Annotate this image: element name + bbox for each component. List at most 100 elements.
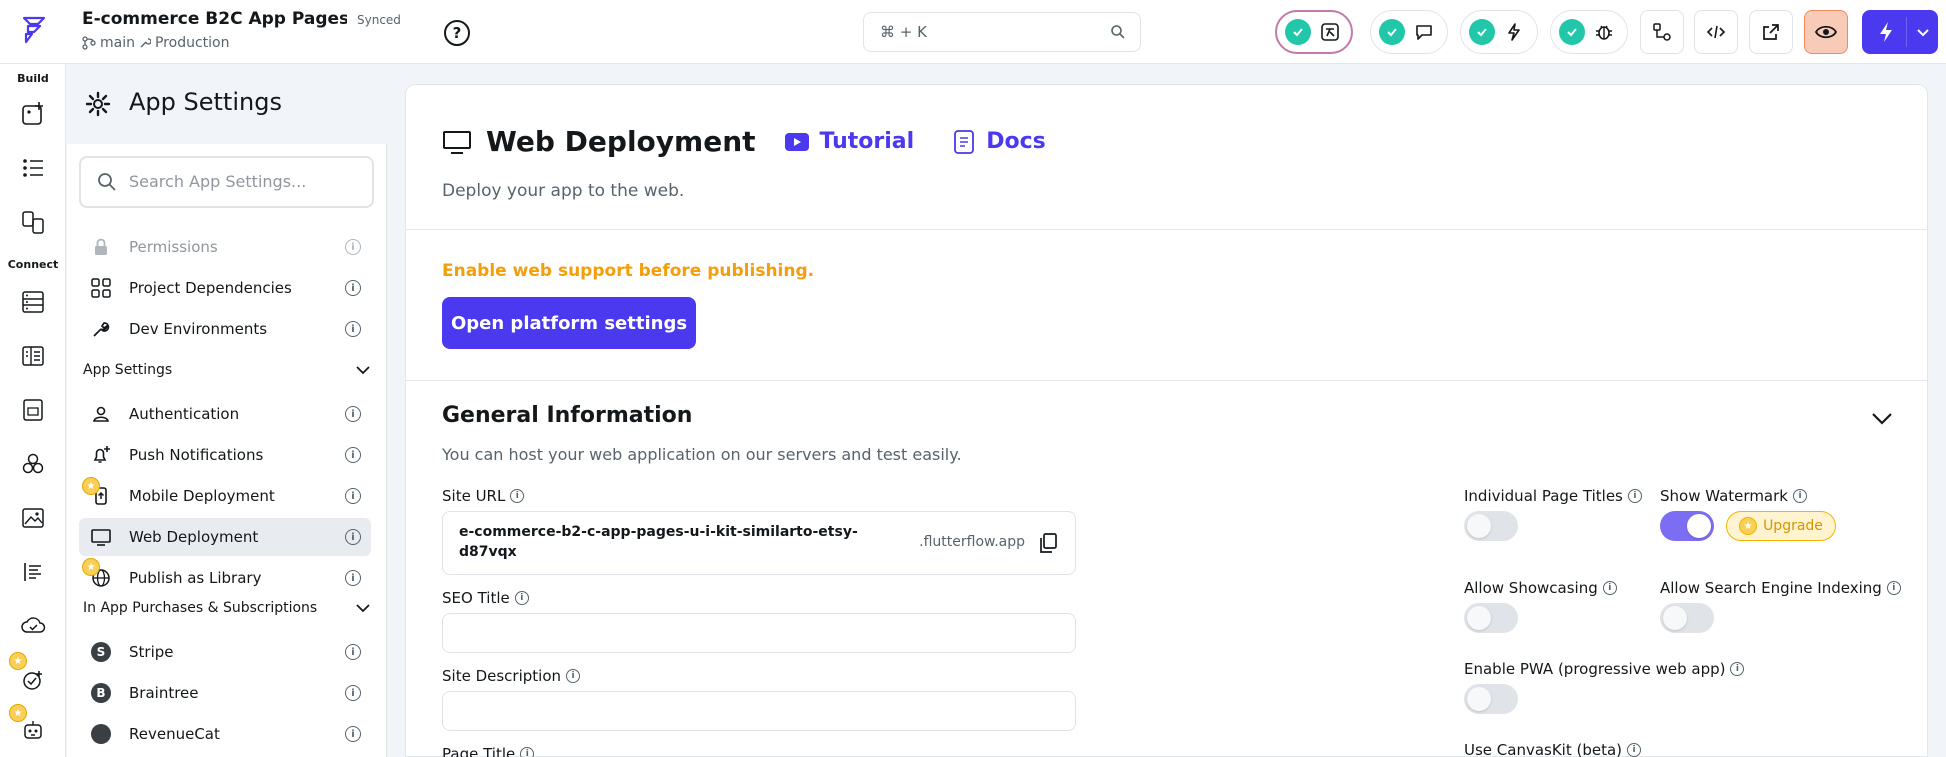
sidebar-item-revenuecat[interactable]: RevenueCat i bbox=[79, 715, 371, 753]
sidebar-item-permissions[interactable]: Permissions i bbox=[79, 228, 371, 266]
info-icon[interactable]: i bbox=[1886, 581, 1901, 595]
sidebar-item-dev-environments[interactable]: Dev Environments i bbox=[79, 310, 371, 348]
eye-icon bbox=[1814, 25, 1838, 39]
sync-status: Synced bbox=[357, 13, 401, 27]
section-app-settings[interactable]: App Settings bbox=[83, 360, 373, 380]
allow-search-indexing-toggle[interactable] bbox=[1660, 603, 1714, 633]
info-icon[interactable]: i bbox=[345, 406, 361, 422]
sidebar-item-web-deployment[interactable]: Web Deployment i bbox=[79, 518, 371, 556]
panel-header: App Settings bbox=[67, 64, 387, 144]
flutterflow-logo-icon[interactable] bbox=[18, 14, 50, 46]
settings-search-input[interactable]: Search App Settings... bbox=[79, 156, 374, 208]
comments-check-button[interactable] bbox=[1370, 10, 1448, 54]
show-watermark-toggle[interactable] bbox=[1660, 511, 1714, 541]
page-header: Web Deployment Tutorial Docs bbox=[442, 125, 1046, 158]
info-icon[interactable]: i bbox=[345, 685, 361, 701]
info-icon[interactable]: i bbox=[520, 747, 535, 757]
storyboard-icon[interactable] bbox=[17, 206, 49, 238]
copy-icon[interactable] bbox=[1037, 532, 1059, 554]
info-icon[interactable]: i bbox=[510, 489, 525, 503]
info-icon[interactable]: i bbox=[345, 280, 361, 296]
info-icon[interactable]: i bbox=[1602, 581, 1617, 595]
chevron-down-icon[interactable] bbox=[1915, 24, 1931, 40]
git-branch-icon bbox=[1653, 23, 1671, 41]
allow-showcasing-toggle[interactable] bbox=[1464, 603, 1518, 633]
preview-button[interactable] bbox=[1804, 10, 1848, 54]
info-icon[interactable]: i bbox=[514, 591, 529, 605]
open-platform-settings-button[interactable]: Open platform settings bbox=[442, 297, 696, 349]
seo-title-input[interactable] bbox=[442, 613, 1076, 653]
lock-icon bbox=[89, 235, 113, 259]
add-widget-icon[interactable] bbox=[17, 98, 49, 130]
upgrade-badge[interactable]: ★ Upgrade bbox=[1726, 511, 1836, 541]
sidebar-item-braintree[interactable]: B Braintree i bbox=[79, 674, 371, 712]
site-description-input[interactable] bbox=[442, 691, 1076, 731]
braintree-icon: B bbox=[89, 681, 113, 705]
info-icon[interactable]: i bbox=[345, 726, 361, 742]
info-icon[interactable]: i bbox=[345, 321, 361, 337]
section-in-app-purchases[interactable]: In App Purchases & Subscriptions bbox=[83, 598, 373, 618]
site-description-label: Site Description i bbox=[442, 667, 580, 685]
check-icon bbox=[1379, 19, 1405, 45]
chevron-down-icon[interactable] bbox=[1867, 403, 1897, 433]
info-icon[interactable]: i bbox=[345, 447, 361, 463]
image-gallery-icon[interactable] bbox=[17, 502, 49, 534]
widget-tree-icon[interactable] bbox=[17, 152, 49, 184]
site-url-field[interactable]: e-commerce-b2-c-app-pages-u-i-kit-simila… bbox=[442, 511, 1076, 575]
general-information-subtitle: You can host your web application on our… bbox=[442, 445, 962, 464]
sidebar-item-label: Dev Environments bbox=[129, 320, 268, 338]
info-icon[interactable]: i bbox=[345, 529, 361, 545]
open-external-button[interactable] bbox=[1749, 10, 1793, 54]
sidebar-item-stripe[interactable]: S Stripe i bbox=[79, 633, 371, 671]
performance-check-button[interactable] bbox=[1460, 10, 1538, 54]
show-watermark-label: Show Watermark i bbox=[1660, 487, 1807, 505]
sidebar-item-push-notifications[interactable]: Push Notifications i bbox=[79, 436, 371, 474]
run-button[interactable] bbox=[1862, 10, 1938, 54]
info-icon[interactable]: i bbox=[1730, 662, 1745, 676]
info-icon[interactable]: i bbox=[566, 669, 580, 683]
database-icon[interactable] bbox=[17, 286, 49, 318]
build-label: Build bbox=[17, 72, 49, 85]
check-icon bbox=[1469, 19, 1495, 45]
tutorial-link[interactable]: Tutorial bbox=[820, 129, 915, 154]
command-shortcut: ⌘ + K bbox=[880, 23, 927, 41]
sidebar-item-mobile-deployment[interactable]: Mobile Deployment i bbox=[79, 477, 371, 515]
info-icon[interactable]: i bbox=[345, 644, 361, 660]
gear-icon bbox=[85, 91, 111, 117]
branch-graph-button[interactable] bbox=[1640, 10, 1684, 54]
youtube-icon bbox=[784, 132, 809, 151]
bug-check-button[interactable] bbox=[1550, 10, 1628, 54]
toggle-label: Use CanvasKit (beta) bbox=[1464, 741, 1623, 757]
sidebar-item-label: Permissions bbox=[129, 238, 218, 256]
toggle-label: Allow Search Engine Indexing bbox=[1660, 579, 1882, 597]
enable-pwa-toggle[interactable] bbox=[1464, 684, 1518, 714]
docs-link[interactable]: Docs bbox=[986, 129, 1046, 154]
branch-info[interactable]: main Production bbox=[82, 35, 229, 51]
star-badge-icon: ★ bbox=[82, 477, 100, 495]
media-assets-icon[interactable] bbox=[17, 394, 49, 426]
individual-page-titles-toggle[interactable] bbox=[1464, 511, 1518, 541]
info-icon[interactable]: i bbox=[345, 570, 361, 586]
cloud-deploy-icon[interactable] bbox=[17, 610, 49, 642]
web-deployment-content: Web Deployment Tutorial Docs Deploy your… bbox=[405, 84, 1928, 757]
command-search[interactable]: ⌘ + K bbox=[863, 12, 1141, 52]
translation-check-button[interactable] bbox=[1275, 10, 1353, 54]
info-icon[interactable]: i bbox=[1627, 743, 1642, 757]
branch-name: main bbox=[100, 35, 135, 51]
info-icon[interactable]: i bbox=[345, 239, 361, 255]
data-types-icon[interactable] bbox=[17, 340, 49, 372]
sidebar-item-publish-as-library[interactable]: Publish as Library i bbox=[79, 559, 371, 597]
theme-settings-icon[interactable] bbox=[17, 556, 49, 588]
integrations-icon[interactable] bbox=[17, 448, 49, 480]
sidebar-item-project-dependencies[interactable]: Project Dependencies i bbox=[79, 269, 371, 307]
upgrade-label: Upgrade bbox=[1763, 518, 1823, 534]
toggle-label: Show Watermark bbox=[1660, 487, 1788, 505]
project-title[interactable]: E-commerce B2C App Pages U bbox=[82, 9, 347, 29]
sidebar-item-label: RevenueCat bbox=[129, 725, 220, 743]
sidebar-item-authentication[interactable]: Authentication i bbox=[79, 395, 371, 433]
help-button[interactable]: ? bbox=[444, 20, 470, 46]
code-view-button[interactable] bbox=[1694, 10, 1738, 54]
info-icon[interactable]: i bbox=[1792, 489, 1807, 503]
info-icon[interactable]: i bbox=[345, 488, 361, 504]
info-icon[interactable]: i bbox=[1627, 489, 1642, 503]
